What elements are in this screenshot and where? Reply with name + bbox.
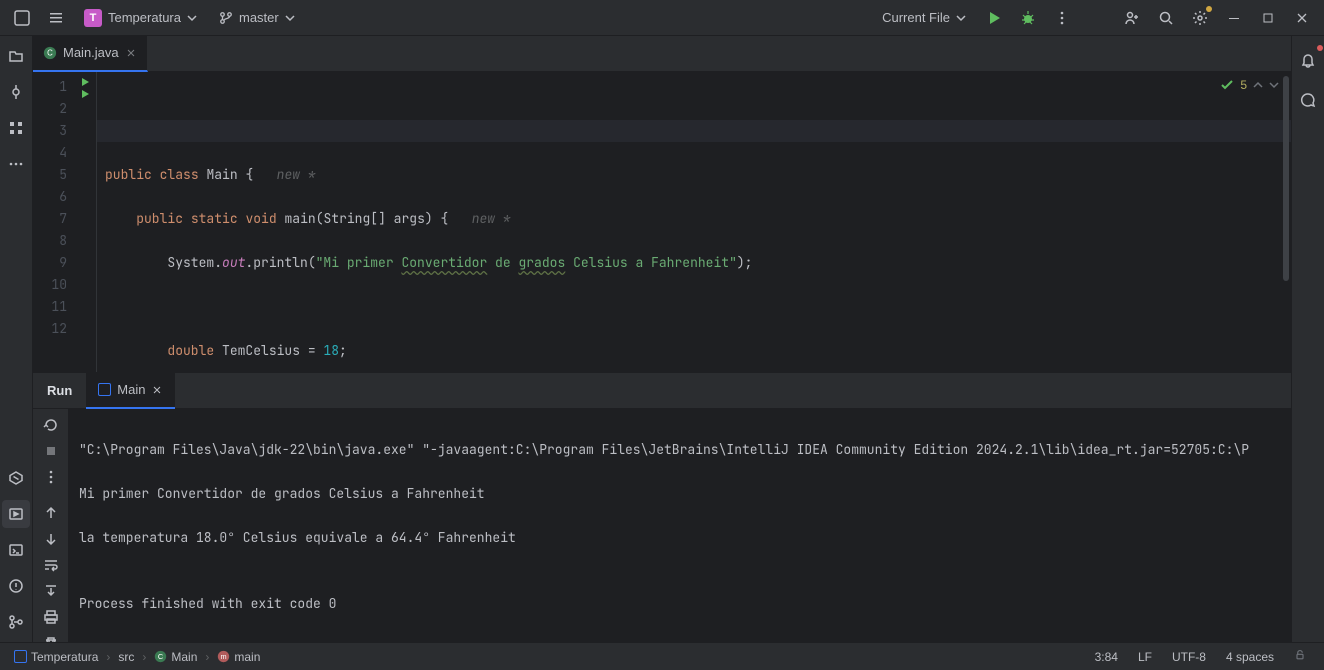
vcs-tool-button[interactable] [2,608,30,636]
scroll-to-end-button[interactable] [37,583,65,599]
more-actions-button[interactable] [1048,4,1076,32]
chevron-up-icon[interactable] [1253,80,1263,90]
close-window-button[interactable] [1288,4,1316,32]
close-tab-icon[interactable] [151,384,163,396]
run-tab-label: Main [117,382,145,397]
readonly-toggle[interactable] [1286,649,1314,664]
vcs-branch-selector[interactable]: master [211,6,303,29]
console-line: Process finished with exit code 0 [79,593,1281,615]
current-line-highlight [97,120,1291,142]
branch-icon [219,11,233,25]
code-content[interactable]: public class Main { new * public static … [97,72,1291,372]
project-tool-button[interactable] [2,42,30,70]
terminal-tool-button[interactable] [2,536,30,564]
svg-text:C: C [47,48,53,57]
console-scrollbar[interactable] [79,630,991,638]
commit-tool-button[interactable] [2,78,30,106]
gutter [73,72,97,372]
debug-button[interactable] [1014,4,1042,32]
branch-name: master [239,10,279,25]
settings-button[interactable] [1186,4,1214,32]
breadcrumb-separator: › [205,650,209,664]
java-class-icon: C [154,650,167,663]
notifications-button[interactable] [1294,46,1322,74]
stop-button[interactable] [37,443,65,459]
editor-scrollbar[interactable] [1281,72,1291,372]
main-menu-icon[interactable] [42,4,70,32]
console-line: Mi primer Convertidor de grados Celsius … [79,483,1281,505]
console-line: "C:\Program Files\Java\jdk-22\bin\java.e… [79,439,1281,461]
breadcrumb-separator: › [142,650,146,664]
breadcrumb-separator: › [106,650,110,664]
caret-position[interactable]: 3:84 [1087,650,1126,664]
java-class-icon: C [43,46,57,60]
chevron-down-icon [285,13,295,23]
editor-area: C Main.java 1 2 3 4 5 6 7 8 9 10 [33,36,1291,642]
line-separator[interactable]: LF [1130,650,1160,664]
svg-text:C: C [158,652,163,661]
more-tools-button[interactable] [2,150,30,178]
breadcrumb-class[interactable]: C Main [150,648,201,666]
line-numbers: 1 2 3 4 5 6 7 8 9 10 11 12 [33,72,73,372]
tab-filename: Main.java [63,45,119,60]
ai-assistant-button[interactable] [1294,86,1322,114]
close-tab-icon[interactable] [125,47,137,59]
project-badge: T [84,9,102,27]
run-line-marker[interactable] [73,88,96,100]
run-line-marker[interactable] [73,76,96,88]
run-panel-header: Run Main [33,373,1291,409]
run-config-label: Current File [882,10,950,25]
left-tool-strip [0,36,33,642]
editor-tabs: C Main.java [33,36,1291,72]
run-tool-window: Run Main [33,372,1291,642]
maximize-button[interactable] [1254,4,1282,32]
structure-tool-button[interactable] [2,114,30,142]
problems-tool-button[interactable] [2,572,30,600]
print-button[interactable] [37,609,65,625]
run-button[interactable] [980,4,1008,32]
editor-tab-main[interactable]: C Main.java [33,36,148,72]
services-tool-button[interactable] [2,464,30,492]
warning-count: 5 [1240,78,1247,92]
code-with-me-button[interactable] [1118,4,1146,32]
status-bar: Temperatura › src › C Main › m main 3:84… [0,642,1324,670]
console-line: la temperatura 18.0° Celsius equivale a … [79,527,1281,549]
right-tool-strip [1291,36,1324,642]
breadcrumb-project[interactable]: Temperatura [10,648,102,666]
check-icon [1220,78,1234,92]
project-selector[interactable]: T Temperatura [76,5,205,31]
project-name: Temperatura [108,10,181,25]
run-toolbar [33,409,69,642]
main-area: C Main.java 1 2 3 4 5 6 7 8 9 10 [0,36,1324,642]
chevron-down-icon[interactable] [1269,80,1279,90]
application-icon [98,383,111,396]
app-menu-icon[interactable] [8,4,36,32]
title-bar: T Temperatura master Current File [0,0,1324,36]
module-icon [14,650,27,663]
run-panel-title: Run [33,383,86,398]
scroll-up-button[interactable] [37,505,65,521]
chevron-down-icon [956,13,966,23]
chevron-down-icon [187,13,197,23]
soft-wrap-button[interactable] [37,557,65,573]
file-encoding[interactable]: UTF-8 [1164,650,1214,664]
indent-setting[interactable]: 4 spaces [1218,650,1282,664]
inspection-widget[interactable]: 5 [1220,78,1279,92]
svg-text:m: m [221,652,227,661]
run-config-selector[interactable]: Current File [874,6,974,29]
clear-button[interactable] [37,635,65,642]
rerun-button[interactable] [37,417,65,433]
console-output[interactable]: "C:\Program Files\Java\jdk-22\bin\java.e… [69,409,1291,642]
more-run-actions[interactable] [37,469,65,485]
code-editor[interactable]: 1 2 3 4 5 6 7 8 9 10 11 12 [33,72,1291,372]
minimize-button[interactable] [1220,4,1248,32]
breadcrumb-src[interactable]: src [114,648,138,666]
method-icon: m [217,650,230,663]
run-tool-button[interactable] [2,500,30,528]
scroll-down-button[interactable] [37,531,65,547]
breadcrumb-method[interactable]: m main [213,648,264,666]
search-button[interactable] [1152,4,1180,32]
scrollbar-thumb[interactable] [1283,76,1289,281]
run-tab-main[interactable]: Main [86,373,175,409]
